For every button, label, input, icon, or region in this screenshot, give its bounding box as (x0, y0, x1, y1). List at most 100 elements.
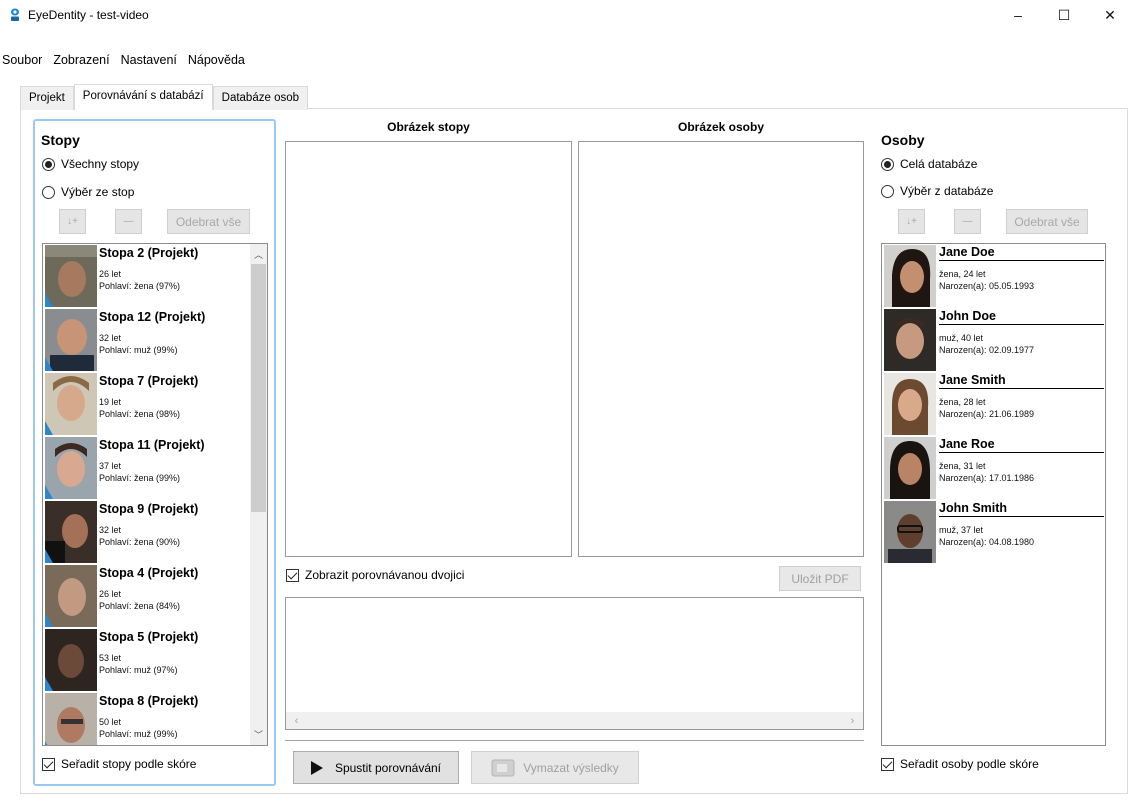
radio-select-tracks[interactable]: Výběr ze stop (42, 185, 134, 199)
add-icon: ↓+ (906, 216, 917, 227)
persons-list[interactable]: Jane Doe žena, 24 let Narozen(a): 05.05.… (881, 243, 1106, 746)
menu-zobrazeni[interactable]: Zobrazení (47, 50, 114, 70)
radio-button[interactable] (42, 185, 55, 199)
divider (285, 740, 864, 741)
add-track-button[interactable]: ↓+ (59, 209, 86, 234)
scroll-right-icon[interactable]: › (844, 712, 861, 729)
tab-projekt[interactable]: Projekt (20, 86, 74, 110)
track-face-thumbnail (45, 437, 97, 499)
list-item[interactable]: Stopa 7 (Projekt) 19 let Pohlaví: žena (… (43, 372, 267, 436)
list-item[interactable]: Jane Doe žena, 24 let Narozen(a): 05.05.… (882, 244, 1105, 308)
checkbox-checked[interactable] (286, 568, 299, 582)
remove-all-persons-button[interactable]: Odebrat vše (1006, 209, 1088, 234)
person-face-thumbnail (884, 245, 936, 307)
persons-title: Osoby (881, 132, 925, 148)
list-item[interactable]: Stopa 9 (Projekt) 32 let Pohlaví: žena (… (43, 500, 267, 564)
list-item[interactable]: John Doe muž, 40 let Narozen(a): 02.09.1… (882, 308, 1105, 372)
track-age: 50 let (99, 717, 122, 727)
track-gender: Pohlaví: žena (84%) (99, 601, 181, 611)
track-name: Stopa 9 (Projekt) (99, 502, 199, 516)
remove-track-button[interactable]: — (115, 209, 142, 234)
person-face-thumbnail (884, 437, 936, 499)
scroll-down-icon[interactable]: ﹀ (250, 726, 267, 743)
radio-all-database[interactable]: Celá databáze (881, 157, 977, 171)
track-name: Stopa 5 (Projekt) (99, 630, 199, 644)
radio-button-checked[interactable] (881, 157, 894, 171)
remove-icon: — (123, 216, 134, 227)
sort-persons-checkbox[interactable]: Seřadit osoby podle skóre (881, 757, 1039, 771)
track-age: 53 let (99, 653, 122, 663)
list-item[interactable]: Jane Roe žena, 31 let Narozen(a): 17.01.… (882, 436, 1105, 500)
close-button[interactable]: ✕ (1087, 0, 1131, 30)
tracks-title: Stopy (41, 132, 80, 148)
track-face-thumbnail (45, 501, 97, 563)
track-name: Stopa 8 (Projekt) (99, 694, 199, 708)
show-pair-label: Zobrazit porovnávanou dvojici (305, 568, 465, 582)
add-person-button[interactable]: ↓+ (898, 209, 925, 234)
clear-results-button[interactable]: Vymazat výsledky (471, 751, 639, 784)
list-item[interactable]: Stopa 11 (Projekt) 37 let Pohlaví: žena … (43, 436, 267, 500)
track-face-thumbnail (45, 245, 97, 307)
maximize-button[interactable]: ☐ (1041, 0, 1087, 30)
remove-person-button[interactable]: — (954, 209, 981, 234)
person-info: muž, 40 let (939, 333, 984, 343)
tracks-scrollbar[interactable]: ︿ ﹀ (250, 244, 267, 745)
track-age: 32 let (99, 525, 122, 535)
track-age: 26 let (99, 269, 122, 279)
track-face-thumbnail (45, 693, 97, 745)
person-born: Narozen(a): 21.06.1989 (939, 409, 1035, 419)
radio-all-tracks[interactable]: Všechny stopy (42, 157, 139, 171)
save-pdf-button[interactable]: Uložit PDF (779, 566, 861, 591)
list-item[interactable]: Stopa 8 (Projekt) 50 let Pohlaví: muž (9… (43, 692, 267, 745)
list-item[interactable]: Jane Smith žena, 28 let Narozen(a): 21.0… (882, 372, 1105, 436)
track-gender: Pohlaví: muž (97%) (99, 665, 178, 675)
track-age: 32 let (99, 333, 122, 343)
remove-all-tracks-button[interactable]: Odebrat vše (167, 209, 250, 234)
radio-button[interactable] (881, 184, 894, 198)
menu-nastaveni[interactable]: Nastavení (115, 50, 182, 70)
track-face-thumbnail (45, 309, 97, 371)
minimize-button[interactable]: – (995, 0, 1041, 30)
track-face-thumbnail (45, 373, 97, 435)
checkbox-checked[interactable] (42, 757, 55, 771)
list-item[interactable]: Stopa 4 (Projekt) 26 let Pohlaví: žena (… (43, 564, 267, 628)
menu-napoveda[interactable]: Nápověda (182, 50, 250, 70)
radio-select-tracks-label: Výběr ze stop (61, 185, 135, 199)
radio-button-checked[interactable] (42, 157, 55, 171)
track-gender: Pohlaví: žena (97%) (99, 281, 181, 291)
remove-icon: — (962, 216, 973, 227)
list-item[interactable]: John Smith muž, 37 let Narozen(a): 04.08… (882, 500, 1105, 564)
run-compare-button[interactable]: Spustit porovnávání (293, 751, 459, 784)
checkbox-checked[interactable] (881, 757, 894, 771)
scroll-left-icon[interactable]: ‹ (288, 712, 305, 729)
track-name: Stopa 11 (Projekt) (99, 438, 205, 452)
scroll-up-icon[interactable]: ︿ (250, 246, 267, 263)
results-area[interactable]: ‹ › (285, 597, 864, 730)
list-item[interactable]: Stopa 5 (Projekt) 53 let Pohlaví: muž (9… (43, 628, 267, 692)
radio-all-database-label: Celá databáze (900, 157, 978, 171)
tab-databaze-osob[interactable]: Databáze osob (212, 86, 309, 110)
results-hscrollbar[interactable]: ‹ › (286, 712, 863, 729)
person-name: John Doe (939, 309, 1104, 325)
person-born: Narozen(a): 17.01.1986 (939, 473, 1035, 483)
show-pair-checkbox[interactable]: Zobrazit porovnávanou dvojici (286, 568, 464, 582)
track-gender: Pohlaví: muž (99%) (99, 345, 178, 355)
list-item[interactable]: Stopa 12 (Projekt) 32 let Pohlaví: muž (… (43, 308, 267, 372)
tracks-list[interactable]: Stopa 2 (Projekt) 26 let Pohlaví: žena (… (42, 243, 268, 746)
track-gender: Pohlaví: muž (99%) (99, 729, 178, 739)
track-age: 37 let (99, 461, 122, 471)
scroll-thumb[interactable] (251, 264, 266, 512)
track-face-thumbnail (45, 565, 97, 627)
track-gender: Pohlaví: žena (98%) (99, 409, 181, 419)
tab-porovnavani[interactable]: Porovnávání s databází (73, 84, 213, 110)
sort-tracks-checkbox[interactable]: Seřadit stopy podle skóre (42, 757, 196, 771)
track-name: Stopa 12 (Projekt) (99, 310, 206, 324)
person-image-title: Obrázek osoby (677, 120, 765, 134)
person-image-panel (578, 141, 864, 557)
menu-soubor[interactable]: Soubor (0, 50, 47, 70)
radio-all-tracks-label: Všechny stopy (61, 157, 140, 171)
add-icon: ↓+ (67, 216, 78, 227)
list-item[interactable]: Stopa 2 (Projekt) 26 let Pohlaví: žena (… (43, 244, 267, 308)
person-face-thumbnail (884, 309, 936, 371)
radio-select-database[interactable]: Výběr z databáze (881, 184, 993, 198)
